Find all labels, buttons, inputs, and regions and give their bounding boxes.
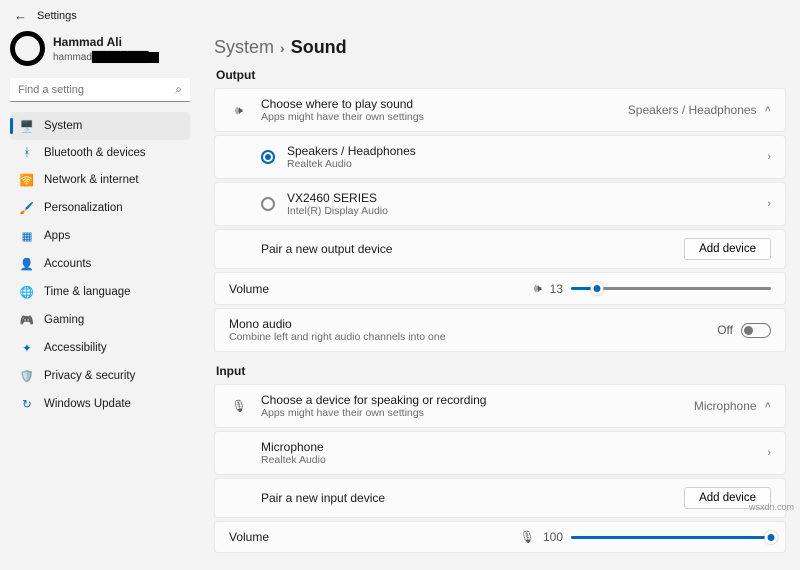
nav-icon: ▦: [20, 229, 34, 243]
sidebar-item-system[interactable]: 🖥️ System: [10, 112, 190, 140]
sidebar-item-accounts[interactable]: 👤 Accounts: [10, 250, 190, 278]
sidebar-item-label: Apps: [44, 230, 70, 242]
microphone-icon: 🎙: [229, 399, 249, 413]
chevron-right-icon: ›: [280, 40, 285, 56]
output-volume-row: Volume 🕪 13: [214, 272, 786, 305]
sidebar-item-label: Gaming: [44, 314, 84, 326]
search-input[interactable]: [18, 84, 175, 96]
nav-icon: 🛜: [20, 173, 34, 187]
input-device-1-title: Microphone: [261, 440, 755, 454]
output-device-2-sub: Intel(R) Display Audio: [287, 205, 755, 217]
choose-input-row[interactable]: 🎙 Choose a device for speaking or record…: [214, 384, 786, 428]
output-volume-value: 13: [550, 282, 563, 296]
nav-icon: 👤: [20, 257, 34, 271]
nav-icon: 🖥️: [20, 119, 34, 133]
output-device-1-sub: Realtek Audio: [287, 158, 755, 170]
sidebar-item-label: Accessibility: [44, 342, 107, 354]
output-device-1[interactable]: Speakers / Headphones Realtek Audio ›: [214, 135, 786, 179]
pair-input-title: Pair a new input device: [261, 491, 672, 505]
sidebar-item-gaming[interactable]: 🎮 Gaming: [10, 306, 190, 334]
mono-audio-state: Off: [717, 323, 733, 337]
input-volume-slider[interactable]: [571, 536, 771, 539]
choose-output-value: Speakers / Headphones: [628, 103, 757, 117]
input-volume-value: 100: [543, 530, 563, 544]
radio-on-icon[interactable]: [261, 150, 275, 164]
input-volume-title: Volume: [229, 530, 508, 544]
user-email: hammad: [53, 52, 92, 63]
choose-input-value: Microphone: [694, 399, 757, 413]
input-volume-row: Volume 🎙 100: [214, 521, 786, 553]
chevron-up-icon: ˄: [765, 400, 771, 412]
output-device-2[interactable]: VX2460 SERIES Intel(R) Display Audio ›: [214, 182, 786, 226]
speaker-icon[interactable]: 🕪: [534, 281, 542, 296]
mono-audio-sub: Combine left and right audio channels in…: [229, 331, 705, 343]
radio-off-icon[interactable]: [261, 197, 275, 211]
toggle-off-icon[interactable]: [741, 323, 771, 338]
sidebar-item-label: Windows Update: [44, 398, 131, 410]
search-icon: ⌕: [175, 82, 182, 97]
back-icon[interactable]: ←: [14, 8, 27, 23]
add-output-device-button[interactable]: Add device: [684, 238, 771, 260]
sidebar-item-accessibility[interactable]: ✦ Accessibility: [10, 334, 190, 362]
sidebar-item-windows-update[interactable]: ↻ Windows Update: [10, 390, 190, 418]
window-title: Settings: [37, 10, 77, 22]
choose-input-title: Choose a device for speaking or recordin…: [261, 393, 682, 407]
sidebar-item-personalization[interactable]: 🖌️ Personalization: [10, 194, 190, 222]
chevron-right-icon: ›: [767, 198, 771, 210]
chevron-up-icon: ˄: [765, 104, 771, 116]
output-heading: Output: [216, 68, 786, 82]
main-content: System › Sound Output 🕪 Choose where to …: [200, 31, 800, 570]
search-box[interactable]: ⌕: [10, 78, 190, 102]
choose-input-sub: Apps might have their own settings: [261, 407, 682, 419]
input-device-1-sub: Realtek Audio: [261, 454, 755, 466]
sidebar-item-label: Personalization: [44, 202, 123, 214]
avatar: [10, 31, 45, 66]
sidebar-item-label: Bluetooth & devices: [44, 147, 146, 159]
sidebar-item-network-internet[interactable]: 🛜 Network & internet: [10, 166, 190, 194]
sidebar-item-label: System: [44, 120, 82, 132]
sidebar-item-time-language[interactable]: 🌐 Time & language: [10, 278, 190, 306]
pair-input-row: Pair a new input device Add device: [214, 478, 786, 518]
nav-icon: 🌐: [20, 285, 34, 299]
sidebar-item-privacy-security[interactable]: 🛡️ Privacy & security: [10, 362, 190, 390]
nav-icon: ᚼ: [20, 147, 34, 159]
pair-output-title: Pair a new output device: [261, 242, 672, 256]
choose-output-sub: Apps might have their own settings: [261, 111, 616, 123]
output-volume-title: Volume: [229, 282, 522, 296]
sidebar-item-label: Privacy & security: [44, 370, 135, 382]
sidebar-item-bluetooth-devices[interactable]: ᚼ Bluetooth & devices: [10, 140, 190, 166]
nav-icon: 🛡️: [20, 369, 34, 383]
nav-icon: ✦: [20, 341, 34, 355]
nav-icon: ↻: [20, 397, 34, 411]
output-device-2-title: VX2460 SERIES: [287, 191, 755, 205]
sidebar-item-label: Accounts: [44, 258, 91, 270]
input-heading: Input: [216, 364, 786, 378]
sidebar-item-label: Time & language: [44, 286, 131, 298]
breadcrumb-current: Sound: [291, 37, 347, 58]
breadcrumb-parent[interactable]: System: [214, 37, 274, 58]
choose-output-row[interactable]: 🕪 Choose where to play sound Apps might …: [214, 88, 786, 132]
nav-icon: 🖌️: [20, 201, 34, 215]
user-name: Hammad Ali: [53, 35, 159, 49]
output-device-1-title: Speakers / Headphones: [287, 144, 755, 158]
microphone-icon[interactable]: 🎙: [520, 530, 535, 544]
output-volume-slider[interactable]: [571, 287, 771, 290]
mono-audio-row[interactable]: Mono audio Combine left and right audio …: [214, 308, 786, 352]
watermark: wsxdn.com: [749, 502, 794, 512]
pair-output-row: Pair a new output device Add device: [214, 229, 786, 269]
chevron-right-icon: ›: [767, 447, 771, 459]
sidebar-item-apps[interactable]: ▦ Apps: [10, 222, 190, 250]
chevron-right-icon: ›: [767, 151, 771, 163]
input-device-1[interactable]: Microphone Realtek Audio ›: [214, 431, 786, 475]
nav-icon: 🎮: [20, 313, 34, 327]
sidebar-item-label: Network & internet: [44, 174, 139, 186]
user-block[interactable]: Hammad Ali hammad████████: [10, 31, 190, 66]
choose-output-title: Choose where to play sound: [261, 97, 616, 111]
breadcrumb: System › Sound: [214, 37, 786, 58]
speaker-icon: 🕪: [229, 103, 249, 118]
sidebar: Hammad Ali hammad████████ ⌕ 🖥️ System ᚼ Blu…: [0, 31, 200, 570]
mono-audio-title: Mono audio: [229, 317, 705, 331]
